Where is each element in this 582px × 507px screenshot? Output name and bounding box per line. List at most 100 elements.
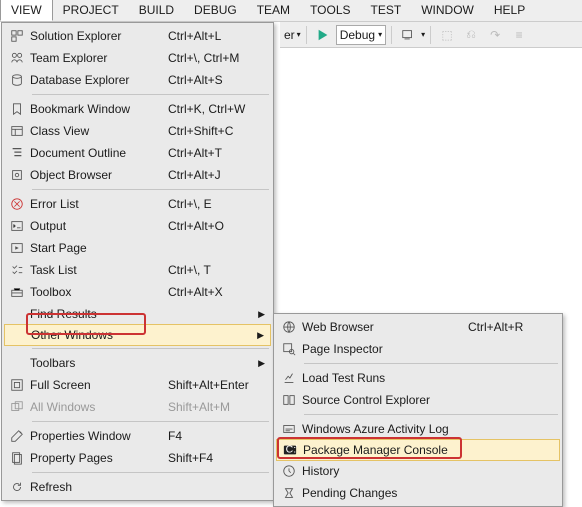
other-windows-item-package-manager-console[interactable]: C:\ Package Manager Console [276, 439, 560, 461]
view-menu-item-team-explorer[interactable]: Team ExplorerCtrl+\, Ctrl+M [4, 47, 271, 69]
view-menu-item-all-windows: All WindowsShift+Alt+M [4, 396, 271, 418]
menu-item-label: Class View [30, 124, 168, 138]
nav-icon[interactable]: ↷ [484, 24, 506, 46]
menu-item-label: Other Windows [31, 328, 169, 342]
config-dropdown[interactable]: Debug ▾ [336, 25, 386, 45]
bookmark-icon [4, 102, 30, 116]
azure-icon [276, 422, 302, 436]
class-icon [4, 124, 30, 138]
menu-item-label: Toolbox [30, 285, 168, 299]
menu-item-label: Task List [30, 263, 168, 277]
menubar-item-project[interactable]: PROJECT [53, 0, 129, 21]
menubar-item-team[interactable]: TEAM [247, 0, 300, 21]
history-icon [276, 464, 302, 478]
menubar: VIEW PROJECT BUILD DEBUG TEAM TOOLS TEST… [0, 0, 582, 22]
menu-item-shortcut: Ctrl+Alt+S [168, 73, 259, 87]
menu-item-shortcut: Shift+Alt+Enter [168, 378, 259, 392]
other-windows-item-history[interactable]: History [276, 460, 560, 482]
start-icon [4, 241, 30, 255]
other-windows-item-source-control-explorer[interactable]: Source Control Explorer [276, 389, 560, 411]
view-menu-item-full-screen[interactable]: Full ScreenShift+Alt+Enter [4, 374, 271, 396]
view-menu-item-find-results[interactable]: Find Results▶ [4, 303, 271, 325]
menu-item-label: Database Explorer [30, 73, 168, 87]
view-menu-item-other-windows[interactable]: Other Windows ▶ [4, 324, 271, 346]
nav-icon[interactable]: ≡ [508, 24, 530, 46]
menu-item-label: Package Manager Console [303, 443, 469, 457]
nav-icon[interactable]: ⎌ [460, 24, 482, 46]
menu-item-shortcut: Ctrl+Alt+X [168, 285, 259, 299]
view-menu-item-output[interactable]: OutputCtrl+Alt+O [4, 215, 271, 237]
load-icon [276, 371, 302, 385]
other-windows-item-load-test-runs[interactable]: Load Test Runs [276, 367, 560, 389]
other-windows-item-web-browser[interactable]: Web BrowserCtrl+Alt+R [276, 316, 560, 338]
output-icon [4, 219, 30, 233]
browser-link-icon[interactable] [397, 24, 419, 46]
other-windows-item-windows-azure-activity-log[interactable]: Windows Azure Activity Log [276, 418, 560, 440]
source-icon [276, 393, 302, 407]
object-icon [4, 168, 30, 182]
play-debug-icon[interactable] [312, 24, 334, 46]
menu-separator [32, 472, 269, 473]
menubar-item-help[interactable]: HELP [484, 0, 535, 21]
svg-text:C:\: C:\ [286, 444, 297, 456]
menu-item-label: Object Browser [30, 168, 168, 182]
database-icon [4, 73, 30, 87]
view-menu-item-error-list[interactable]: Error ListCtrl+\, E [4, 193, 271, 215]
view-menu-item-toolbox[interactable]: ToolboxCtrl+Alt+X [4, 281, 271, 303]
view-menu-item-database-explorer[interactable]: Database ExplorerCtrl+Alt+S [4, 69, 271, 91]
toolbar: er ▾ Debug ▾ ▾ ⬚ ⎌ ↷ ≡ [280, 22, 582, 48]
console-icon: C:\ [277, 443, 303, 457]
view-menu-item-class-view[interactable]: Class ViewCtrl+Shift+C [4, 120, 271, 142]
menu-separator [32, 348, 269, 349]
error-icon [4, 197, 30, 211]
pending-icon [276, 486, 302, 500]
menubar-item-build[interactable]: BUILD [129, 0, 184, 21]
view-menu-item-property-pages[interactable]: Property PagesShift+F4 [4, 447, 271, 469]
menu-item-label: Property Pages [30, 451, 168, 465]
menubar-item-tools[interactable]: TOOLS [300, 0, 360, 21]
config-dropdown-label: Debug [340, 28, 375, 42]
view-menu-item-start-page[interactable]: Start Page [4, 237, 271, 259]
dropdown-arrow-icon[interactable]: ▾ [297, 30, 301, 39]
menubar-item-view[interactable]: VIEW [0, 0, 53, 21]
menu-item-label: Full Screen [30, 378, 168, 392]
menu-item-label: History [302, 464, 468, 478]
dropdown-arrow-icon[interactable]: ▾ [421, 30, 425, 39]
view-menu-item-bookmark-window[interactable]: Bookmark WindowCtrl+K, Ctrl+W [4, 98, 271, 120]
view-menu-item-document-outline[interactable]: Document OutlineCtrl+Alt+T [4, 142, 271, 164]
menu-item-label: Properties Window [30, 429, 168, 443]
menu-item-label: Team Explorer [30, 51, 168, 65]
menubar-item-test[interactable]: TEST [361, 0, 412, 21]
prop-icon [4, 429, 30, 443]
menu-item-shortcut: Ctrl+Alt+L [168, 29, 259, 43]
menu-item-label: Error List [30, 197, 168, 211]
view-menu-item-refresh[interactable]: Refresh [4, 476, 271, 498]
menubar-item-window[interactable]: WINDOW [411, 0, 484, 21]
menu-item-shortcut: Ctrl+Alt+T [168, 146, 259, 160]
solution-icon [4, 29, 30, 43]
menu-item-label: Solution Explorer [30, 29, 168, 43]
view-menu-item-properties-window[interactable]: Properties WindowF4 [4, 425, 271, 447]
view-menu-item-task-list[interactable]: Task ListCtrl+\, T [4, 259, 271, 281]
menu-separator [304, 363, 558, 364]
menu-item-label: Refresh [30, 480, 168, 494]
menu-item-label: Windows Azure Activity Log [302, 422, 468, 436]
view-menu-item-solution-explorer[interactable]: Solution ExplorerCtrl+Alt+L [4, 25, 271, 47]
view-menu-item-object-browser[interactable]: Object BrowserCtrl+Alt+J [4, 164, 271, 186]
menu-item-label: Web Browser [302, 320, 468, 334]
menu-item-label: Start Page [30, 241, 168, 255]
nav-icon[interactable]: ⬚ [436, 24, 458, 46]
menu-item-label: Page Inspector [302, 342, 468, 356]
menu-item-label: Pending Changes [302, 486, 468, 500]
menu-separator [304, 414, 558, 415]
submenu-arrow-icon: ▶ [257, 330, 264, 341]
submenu-arrow-icon: ▶ [258, 309, 265, 320]
menu-item-label: Source Control Explorer [302, 393, 468, 407]
menubar-item-debug[interactable]: DEBUG [184, 0, 247, 21]
other-windows-item-page-inspector[interactable]: Page Inspector [276, 338, 560, 360]
menu-item-shortcut: Ctrl+K, Ctrl+W [168, 102, 259, 116]
toolbar-separator [391, 26, 392, 44]
menu-item-shortcut: Ctrl+Alt+J [168, 168, 259, 182]
view-menu-item-toolbars[interactable]: Toolbars▶ [4, 352, 271, 374]
menu-item-shortcut: Shift+F4 [168, 451, 259, 465]
